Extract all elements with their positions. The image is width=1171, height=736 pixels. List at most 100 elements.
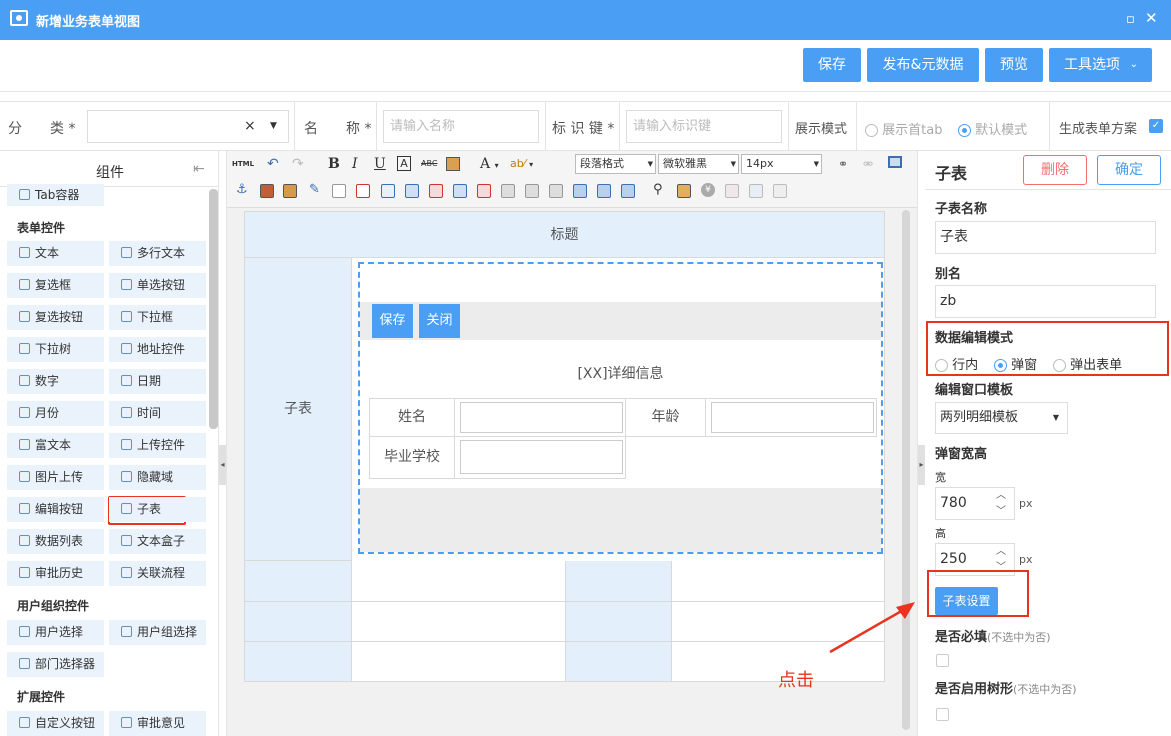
maximize-icon[interactable]: ▫ [1126,12,1135,27]
mode-default-radio[interactable]: 默认模式 [958,119,1027,138]
comp-item[interactable]: 文本 [7,241,104,266]
right-splitter-handle[interactable]: ▸ [918,445,925,485]
tools-dropdown[interactable]: 工具选项 ⌄ [1049,48,1152,82]
comp-item[interactable]: 审批历史 [7,561,104,586]
multi-image-icon[interactable] [283,184,297,198]
font-select[interactable]: 微软雅黑 ▼ [658,154,739,174]
preview-doc-icon[interactable] [749,184,763,198]
comp-item[interactable]: 自定义按钮 [7,711,104,736]
italic-icon[interactable]: I [352,156,358,172]
anchor-icon[interactable]: ⚓ [236,182,248,197]
unlink-icon[interactable]: ⚮ [863,157,873,171]
subtable-label-cell[interactable]: 子表 [245,258,352,561]
delete-col-icon[interactable] [477,184,491,198]
template-select[interactable]: 两列明细模板 ▼ [935,402,1068,434]
comp-item[interactable]: 数据列表 [7,529,104,554]
tree-checkbox[interactable] [936,708,949,721]
publish-button[interactable]: 发布&元数据 [867,48,979,82]
comp-item[interactable]: 关联流程 [109,561,206,586]
underline-icon[interactable]: U [374,156,386,172]
comp-item[interactable]: 隐藏域 [109,465,206,490]
comp-item[interactable]: 图片上传 [7,465,104,490]
comp-tab-container[interactable]: Tab容器 [7,184,104,206]
paragraph-select[interactable]: 段落格式 ▼ [575,154,656,174]
preview-button[interactable]: 预览 [985,48,1043,82]
save-button[interactable]: 保存 [803,48,861,82]
comp-item[interactable]: 单选按钮 [109,273,206,298]
comp-item[interactable]: 数字 [7,369,104,394]
split-cells-icon[interactable] [573,184,587,198]
subtable-close-button[interactable]: 关闭 [419,304,460,338]
comp-item[interactable]: 上传控件 [109,433,206,458]
close-icon[interactable]: ✕ [1145,9,1158,27]
comp-item[interactable]: 审批意见 [109,711,206,736]
currency-icon[interactable]: ¥ [701,183,715,197]
merge-cells-icon[interactable] [501,184,515,198]
merge-down-icon[interactable] [549,184,563,198]
collapse-left-icon[interactable]: ⇤ [193,161,205,177]
field-age-input[interactable] [711,402,874,433]
paste-icon[interactable] [677,184,691,198]
font-border-icon[interactable]: A [397,156,411,171]
left-splitter-handle[interactable]: ◂ [219,445,226,485]
comp-item[interactable]: 编辑按钮 [7,497,104,522]
comp-item[interactable]: 复选框 [7,273,104,298]
alias-input[interactable]: zb [935,285,1156,318]
insert-row-icon[interactable] [405,184,419,198]
comp-item[interactable]: 日期 [109,369,206,394]
comp-item[interactable]: 下拉树 [7,337,104,362]
image-icon[interactable] [260,184,274,198]
comp-item[interactable]: 多行文本 [109,241,206,266]
fullscreen-icon[interactable] [888,156,902,168]
strikethrough-icon[interactable]: ABC [421,159,437,168]
pen-icon[interactable]: ✎ [309,182,320,197]
field-name-input[interactable] [460,402,623,433]
comp-item[interactable]: 月份 [7,401,104,426]
bold-icon[interactable]: B [328,156,340,172]
subtable-save-button[interactable]: 保存 [372,304,413,338]
required-checkbox[interactable] [936,654,949,667]
format-painter-icon[interactable] [446,157,460,171]
key-input[interactable]: 请输入标识键 [626,110,782,143]
comp-item[interactable]: 地址控件 [109,337,206,362]
delete-table-icon[interactable] [356,184,370,198]
delete-button[interactable]: 删除 [1023,155,1087,185]
link-icon[interactable]: ⚭ [838,157,848,171]
comp-item[interactable]: 复选按钮 [7,305,104,330]
redo-icon[interactable]: ↷ [292,156,304,172]
delete-row-icon[interactable] [429,184,443,198]
comp-item[interactable]: 部门选择器 [7,652,104,677]
merge-right-icon[interactable] [525,184,539,198]
scrollbar[interactable] [209,189,218,429]
subtable-control[interactable]: 保存 关闭 [XX]详细信息 姓名 年龄 毕业学校 [358,262,883,554]
width-input[interactable]: 780 ︿ ﹀ [935,487,1015,520]
highlight-color-icon[interactable]: ab⁄ ▾ [510,157,533,170]
field-school-input[interactable] [460,440,623,474]
comp-item[interactable]: 文本盒子 [109,529,206,554]
name-input[interactable]: 请输入名称 [383,110,539,143]
split-rows-icon[interactable] [597,184,611,198]
search-binoculars-icon[interactable]: ⚲ [653,182,663,197]
html-source-button[interactable]: HTML [232,160,254,168]
subtable-name-input[interactable]: 子表 [935,221,1156,254]
undo-icon[interactable]: ↶ [267,156,279,172]
spin-down-icon[interactable]: ﹀ [996,496,1006,527]
split-cols-icon[interactable] [621,184,635,198]
comp-item[interactable]: 用户组选择 [109,620,206,645]
comp-item[interactable]: 时间 [109,401,206,426]
table-icon[interactable] [332,184,346,198]
comp-item[interactable]: 富文本 [7,433,104,458]
size-select[interactable]: 14px ▼ [741,154,822,174]
insert-caption-icon[interactable] [381,184,395,198]
comp-item[interactable]: 下拉框 [109,305,206,330]
clear-icon[interactable]: × [244,111,256,142]
date-icon[interactable] [725,184,739,198]
generate-checkbox[interactable]: ✓ [1149,119,1163,133]
table-title-cell[interactable]: 标题 [245,212,884,258]
insert-col-icon[interactable] [453,184,467,198]
confirm-button[interactable]: 确定 [1097,155,1161,185]
mode-first-tab-radio[interactable]: 展示首tab [865,119,942,138]
category-select[interactable]: × ▼ [87,110,289,143]
comp-item[interactable]: 子表 [109,497,206,522]
blank-page-icon[interactable] [773,184,787,198]
